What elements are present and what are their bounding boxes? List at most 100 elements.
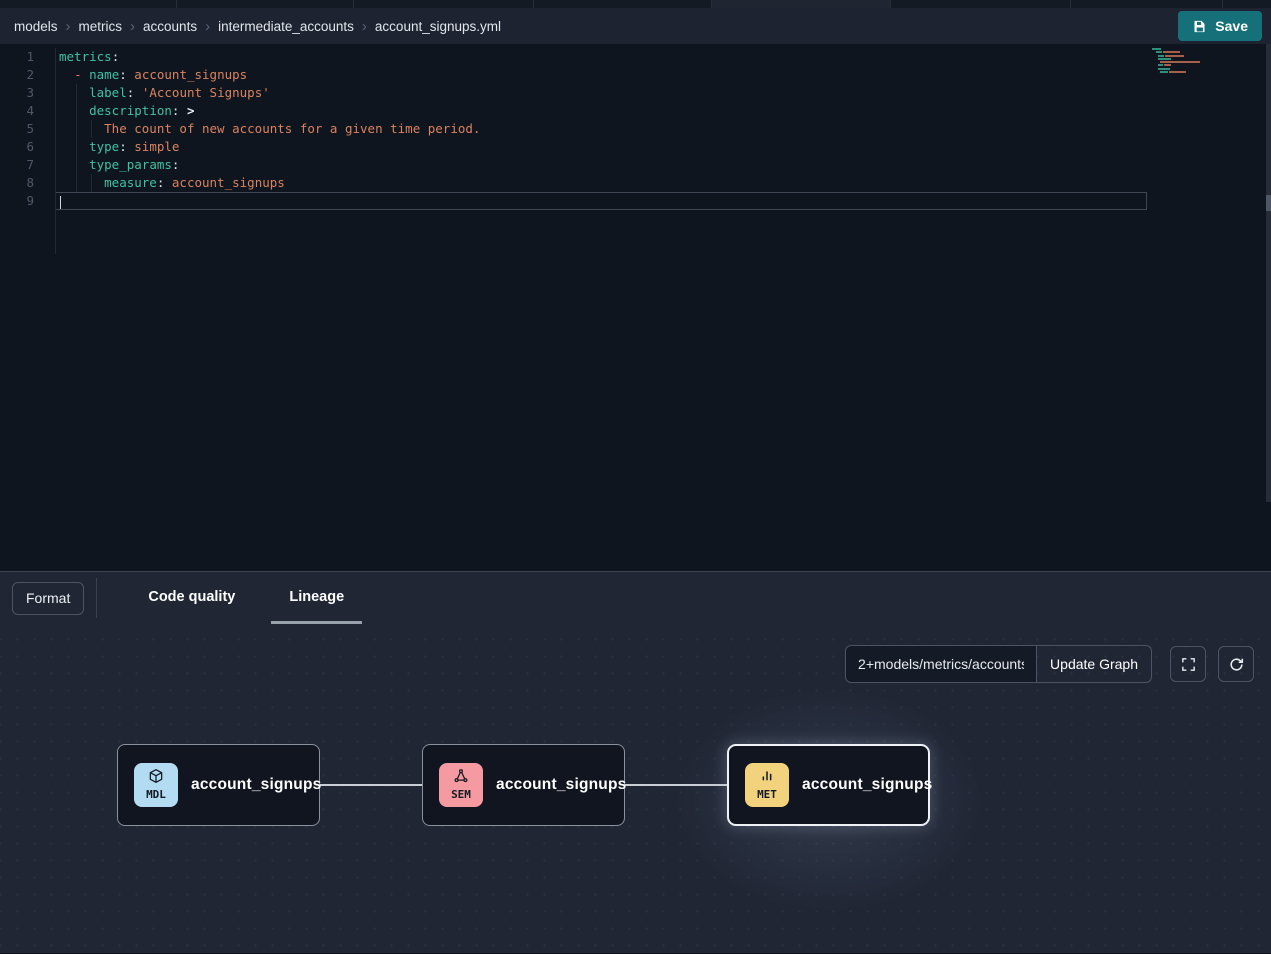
code-token [59, 121, 104, 136]
line-number: 9 [0, 192, 34, 210]
minimap-row [1152, 68, 1214, 70]
format-button[interactable]: Format [12, 582, 84, 615]
code-line[interactable]: 3 label: 'Account Signups' [0, 84, 1271, 102]
line-number: 5 [0, 120, 34, 138]
file-tab[interactable] [891, 0, 1071, 8]
minimap[interactable] [1152, 48, 1214, 74]
file-tab[interactable] [354, 0, 534, 8]
indent-guide [76, 84, 77, 192]
node-label: account_signups [802, 776, 932, 794]
minimap-row [1152, 71, 1214, 73]
minimap-row [1152, 48, 1214, 50]
code-line-content[interactable]: label: 'Account Signups' [55, 84, 1147, 102]
code-token [59, 157, 89, 172]
code-line[interactable]: 9 [0, 192, 1271, 210]
network-icon [453, 768, 469, 789]
code-token [59, 103, 89, 118]
code-line-content[interactable]: type_params: [55, 156, 1147, 174]
minimap-segment [1169, 71, 1186, 73]
line-number: 8 [0, 174, 34, 192]
file-tab[interactable] [177, 0, 354, 8]
update-graph-button[interactable]: Update Graph [1037, 645, 1152, 683]
code-line[interactable]: 8 measure: account_signups [0, 174, 1271, 192]
code-line-content[interactable]: The count of new accounts for a given ti… [55, 120, 1147, 138]
tab-lineage[interactable]: Lineage [271, 572, 362, 624]
minimap-row [1152, 51, 1214, 53]
line-number: 6 [0, 138, 34, 156]
line-number: 3 [0, 84, 34, 102]
code-line[interactable]: 2 - name: account_signups [0, 66, 1271, 84]
code-token: type [89, 139, 119, 154]
code-line[interactable]: 1metrics: [0, 48, 1271, 66]
lineage-node-sem[interactable]: SEMaccount_signups [422, 744, 625, 826]
refresh-button[interactable] [1218, 646, 1254, 682]
code-line[interactable]: 6 type: simple [0, 138, 1271, 156]
code-lines: 1metrics:2 - name: account_signups3 labe… [0, 48, 1271, 210]
file-tab[interactable] [534, 0, 712, 8]
save-label: Save [1215, 18, 1248, 34]
code-line[interactable]: 4 description: > [0, 102, 1271, 120]
file-tab[interactable] [0, 0, 177, 8]
code-line-content[interactable]: metrics: [55, 48, 1147, 66]
code-line-content[interactable]: measure: account_signups [55, 174, 1147, 192]
file-tab[interactable] [1071, 0, 1223, 8]
minimap-segment [1164, 64, 1171, 66]
breadcrumb-item[interactable]: accounts [143, 19, 197, 34]
editor-scrollbar-thumb[interactable] [1266, 195, 1271, 211]
save-button[interactable]: Save [1178, 11, 1262, 41]
lineage-node-mdl[interactable]: MDLaccount_signups [117, 744, 320, 826]
chevron-right-icon: › [130, 19, 135, 34]
minimap-row [1152, 61, 1214, 63]
code-token: > [187, 103, 195, 118]
code-token: - [74, 67, 89, 82]
code-token [164, 175, 172, 190]
cube-icon [148, 768, 164, 789]
node-type-label: MDL [146, 789, 166, 802]
text-cursor [60, 196, 61, 209]
breadcrumb-item[interactable]: models [14, 19, 58, 34]
minimap-segment [1160, 71, 1168, 73]
minimap-segment [1158, 55, 1164, 57]
refresh-icon [1228, 656, 1245, 673]
breadcrumb-item[interactable]: account_signups.yml [375, 19, 501, 34]
code-line[interactable]: 7 type_params: [0, 156, 1271, 174]
minimap-segment [1160, 61, 1200, 63]
code-token: account_signups [134, 67, 247, 82]
code-line-content[interactable]: description: > [55, 102, 1147, 120]
lineage-filter-input[interactable] [845, 645, 1037, 683]
code-token: The count of new accounts for a given ti… [104, 121, 480, 136]
indent-guide [91, 174, 92, 192]
fullscreen-button[interactable] [1170, 646, 1206, 682]
chevron-right-icon: › [66, 19, 71, 34]
code-token: measure [104, 175, 157, 190]
code-token [59, 139, 89, 154]
lineage-node-met[interactable]: MET account_signups [727, 744, 930, 826]
code-token: account_signups [172, 175, 285, 190]
minimap-segment [1158, 64, 1163, 66]
breadcrumb-item[interactable]: metrics [79, 19, 123, 34]
node-type-label: MET [757, 789, 777, 802]
editor-scrollbar[interactable] [1266, 44, 1271, 502]
code-editor[interactable]: 1metrics:2 - name: account_signups3 labe… [0, 44, 1271, 571]
file-tab-active[interactable] [712, 0, 891, 8]
code-line[interactable]: 5 The count of new accounts for a given … [0, 120, 1271, 138]
minimap-row [1152, 58, 1214, 60]
line-number: 7 [0, 156, 34, 174]
code-line-content[interactable]: type: simple [55, 138, 1147, 156]
minimap-segment [1158, 68, 1170, 70]
code-token: simple [134, 139, 179, 154]
lineage-controls: Update Graph [845, 645, 1254, 683]
lineage-edge [625, 784, 727, 786]
code-token [59, 175, 104, 190]
code-token: name [89, 67, 119, 82]
code-line-content[interactable]: - name: account_signups [55, 66, 1147, 84]
tab-code-quality[interactable]: Code quality [130, 572, 253, 624]
bottom-panel: Format Code qualityLineage Update Graph … [0, 571, 1271, 953]
code-line-content[interactable] [55, 192, 1147, 210]
breadcrumb-item[interactable]: intermediate_accounts [218, 19, 354, 34]
node-type-badge-mdl: MDL [134, 763, 178, 807]
breadcrumb-bar: models›metrics›accounts›intermediate_acc… [0, 8, 1271, 44]
node-type-label: SEM [451, 789, 471, 802]
code-token: label [89, 85, 127, 100]
lineage-canvas[interactable]: Update Graph MDLaccount_signupsSEMaccoun… [0, 624, 1271, 953]
